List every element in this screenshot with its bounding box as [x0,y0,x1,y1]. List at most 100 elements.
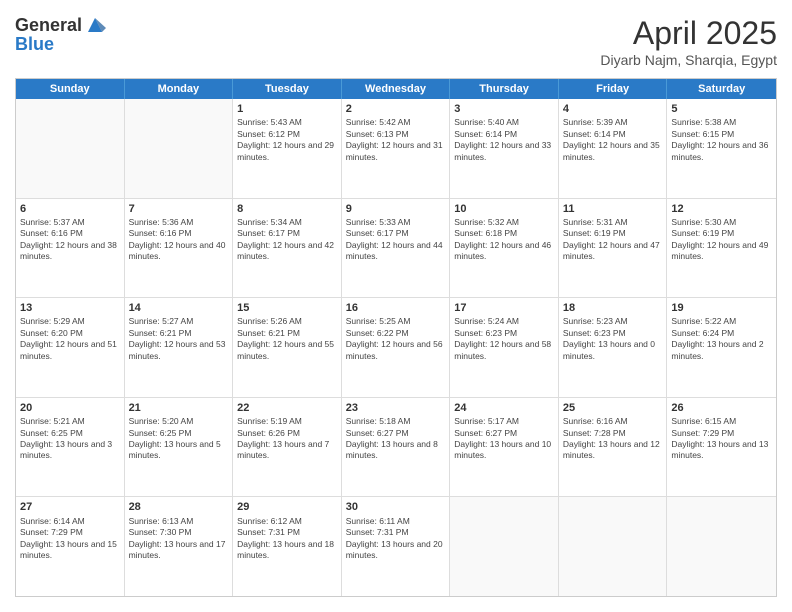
day-number: 23 [346,401,446,415]
day-info: Sunrise: 5:39 AM Sunset: 6:14 PM Dayligh… [563,117,663,163]
day-number: 19 [671,301,772,315]
week-row-3: 13Sunrise: 5:29 AM Sunset: 6:20 PM Dayli… [16,298,776,398]
day-cell-22: 22Sunrise: 5:19 AM Sunset: 6:26 PM Dayli… [233,398,342,497]
logo: General Blue [15,15,106,55]
day-header-thursday: Thursday [450,79,559,99]
day-info: Sunrise: 5:22 AM Sunset: 6:24 PM Dayligh… [671,316,772,362]
day-number: 4 [563,102,663,116]
day-number: 14 [129,301,229,315]
day-number: 10 [454,202,554,216]
month-title: April 2025 [600,15,777,52]
day-number: 22 [237,401,337,415]
day-number: 21 [129,401,229,415]
day-number: 16 [346,301,446,315]
day-number: 27 [20,500,120,514]
day-info: Sunrise: 5:37 AM Sunset: 6:16 PM Dayligh… [20,217,120,263]
logo-blue-text: Blue [15,34,106,55]
day-info: Sunrise: 6:14 AM Sunset: 7:29 PM Dayligh… [20,516,120,562]
day-info: Sunrise: 5:26 AM Sunset: 6:21 PM Dayligh… [237,316,337,362]
day-cell-empty [16,99,125,198]
day-cell-5: 5Sunrise: 5:38 AM Sunset: 6:15 PM Daylig… [667,99,776,198]
day-cell-26: 26Sunrise: 6:15 AM Sunset: 7:29 PM Dayli… [667,398,776,497]
day-info: Sunrise: 5:20 AM Sunset: 6:25 PM Dayligh… [129,416,229,462]
day-cell-23: 23Sunrise: 5:18 AM Sunset: 6:27 PM Dayli… [342,398,451,497]
day-cell-11: 11Sunrise: 5:31 AM Sunset: 6:19 PM Dayli… [559,199,668,298]
day-number: 12 [671,202,772,216]
day-info: Sunrise: 5:43 AM Sunset: 6:12 PM Dayligh… [237,117,337,163]
day-cell-21: 21Sunrise: 5:20 AM Sunset: 6:25 PM Dayli… [125,398,234,497]
day-cell-20: 20Sunrise: 5:21 AM Sunset: 6:25 PM Dayli… [16,398,125,497]
day-info: Sunrise: 5:18 AM Sunset: 6:27 PM Dayligh… [346,416,446,462]
day-cell-3: 3Sunrise: 5:40 AM Sunset: 6:14 PM Daylig… [450,99,559,198]
day-cell-9: 9Sunrise: 5:33 AM Sunset: 6:17 PM Daylig… [342,199,451,298]
day-number: 20 [20,401,120,415]
day-cell-25: 25Sunrise: 6:16 AM Sunset: 7:28 PM Dayli… [559,398,668,497]
day-header-monday: Monday [125,79,234,99]
week-row-2: 6Sunrise: 5:37 AM Sunset: 6:16 PM Daylig… [16,199,776,299]
day-number: 1 [237,102,337,116]
logo-icon [84,14,106,36]
day-cell-7: 7Sunrise: 5:36 AM Sunset: 6:16 PM Daylig… [125,199,234,298]
title-block: April 2025 Diyarb Najm, Sharqia, Egypt [600,15,777,68]
day-info: Sunrise: 5:21 AM Sunset: 6:25 PM Dayligh… [20,416,120,462]
day-info: Sunrise: 5:17 AM Sunset: 6:27 PM Dayligh… [454,416,554,462]
day-number: 9 [346,202,446,216]
location: Diyarb Najm, Sharqia, Egypt [600,52,777,68]
day-number: 30 [346,500,446,514]
day-info: Sunrise: 5:34 AM Sunset: 6:17 PM Dayligh… [237,217,337,263]
day-info: Sunrise: 5:27 AM Sunset: 6:21 PM Dayligh… [129,316,229,362]
day-cell-empty [125,99,234,198]
day-info: Sunrise: 5:42 AM Sunset: 6:13 PM Dayligh… [346,117,446,163]
day-cell-27: 27 Sunrise: 6:14 AM Sunset: 7:29 PM Dayli… [16,497,125,596]
day-cell-19: 19Sunrise: 5:22 AM Sunset: 6:24 PM Dayli… [667,298,776,397]
day-number: 8 [237,202,337,216]
day-cell-16: 16Sunrise: 5:25 AM Sunset: 6:22 PM Dayli… [342,298,451,397]
day-number: 3 [454,102,554,116]
day-info: Sunrise: 5:36 AM Sunset: 6:16 PM Dayligh… [129,217,229,263]
day-number: 18 [563,301,663,315]
day-cell-30: 30 Sunrise: 6:11 AM Sunset: 7:31 PM Dayli… [342,497,451,596]
day-number: 24 [454,401,554,415]
day-cell-10: 10Sunrise: 5:32 AM Sunset: 6:18 PM Dayli… [450,199,559,298]
day-cell-29: 29Sunrise: 6:12 AM Sunset: 7:31 PM Dayli… [233,497,342,596]
day-number: 25 [563,401,663,415]
day-info: Sunrise: 5:24 AM Sunset: 6:23 PM Dayligh… [454,316,554,362]
day-info: Sunrise: 5:33 AM Sunset: 6:17 PM Dayligh… [346,217,446,263]
day-number: 15 [237,301,337,315]
day-header-sunday: Sunday [16,79,125,99]
day-cell-12: 12Sunrise: 5:30 AM Sunset: 6:19 PM Dayli… [667,199,776,298]
day-info: Sunrise: 6:12 AM Sunset: 7:31 PM Dayligh… [237,516,337,562]
day-number: 7 [129,202,229,216]
day-cell-24: 24Sunrise: 5:17 AM Sunset: 6:27 PM Dayli… [450,398,559,497]
day-cell-8: 8Sunrise: 5:34 AM Sunset: 6:17 PM Daylig… [233,199,342,298]
day-header-saturday: Saturday [667,79,776,99]
day-number: 6 [20,202,120,216]
day-cell-17: 17Sunrise: 5:24 AM Sunset: 6:23 PM Dayli… [450,298,559,397]
week-row-1: 1Sunrise: 5:43 AM Sunset: 6:12 PM Daylig… [16,99,776,199]
logo-general-text: General [15,15,82,36]
day-cell-14: 14Sunrise: 5:27 AM Sunset: 6:21 PM Dayli… [125,298,234,397]
day-cell-13: 13Sunrise: 5:29 AM Sunset: 6:20 PM Dayli… [16,298,125,397]
day-cell-6: 6Sunrise: 5:37 AM Sunset: 6:16 PM Daylig… [16,199,125,298]
day-info: Sunrise: 6:15 AM Sunset: 7:29 PM Dayligh… [671,416,772,462]
day-header-tuesday: Tuesday [233,79,342,99]
day-info: Sunrise: 5:38 AM Sunset: 6:15 PM Dayligh… [671,117,772,163]
day-header-friday: Friday [559,79,668,99]
day-info: Sunrise: 5:31 AM Sunset: 6:19 PM Dayligh… [563,217,663,263]
day-number: 13 [20,301,120,315]
day-cell-empty [667,497,776,596]
day-header-wednesday: Wednesday [342,79,451,99]
day-info: Sunrise: 5:25 AM Sunset: 6:22 PM Dayligh… [346,316,446,362]
day-number: 5 [671,102,772,116]
calendar-body: 1Sunrise: 5:43 AM Sunset: 6:12 PM Daylig… [16,99,776,596]
day-cell-4: 4Sunrise: 5:39 AM Sunset: 6:14 PM Daylig… [559,99,668,198]
day-cell-2: 2Sunrise: 5:42 AM Sunset: 6:13 PM Daylig… [342,99,451,198]
day-cell-empty [559,497,668,596]
day-info: Sunrise: 5:40 AM Sunset: 6:14 PM Dayligh… [454,117,554,163]
day-number: 17 [454,301,554,315]
day-number: 26 [671,401,772,415]
day-cell-18: 18Sunrise: 5:23 AM Sunset: 6:23 PM Dayli… [559,298,668,397]
day-info: Sunrise: 6:11 AM Sunset: 7:31 PM Dayligh… [346,516,446,562]
day-cell-1: 1Sunrise: 5:43 AM Sunset: 6:12 PM Daylig… [233,99,342,198]
day-cell-15: 15Sunrise: 5:26 AM Sunset: 6:21 PM Dayli… [233,298,342,397]
